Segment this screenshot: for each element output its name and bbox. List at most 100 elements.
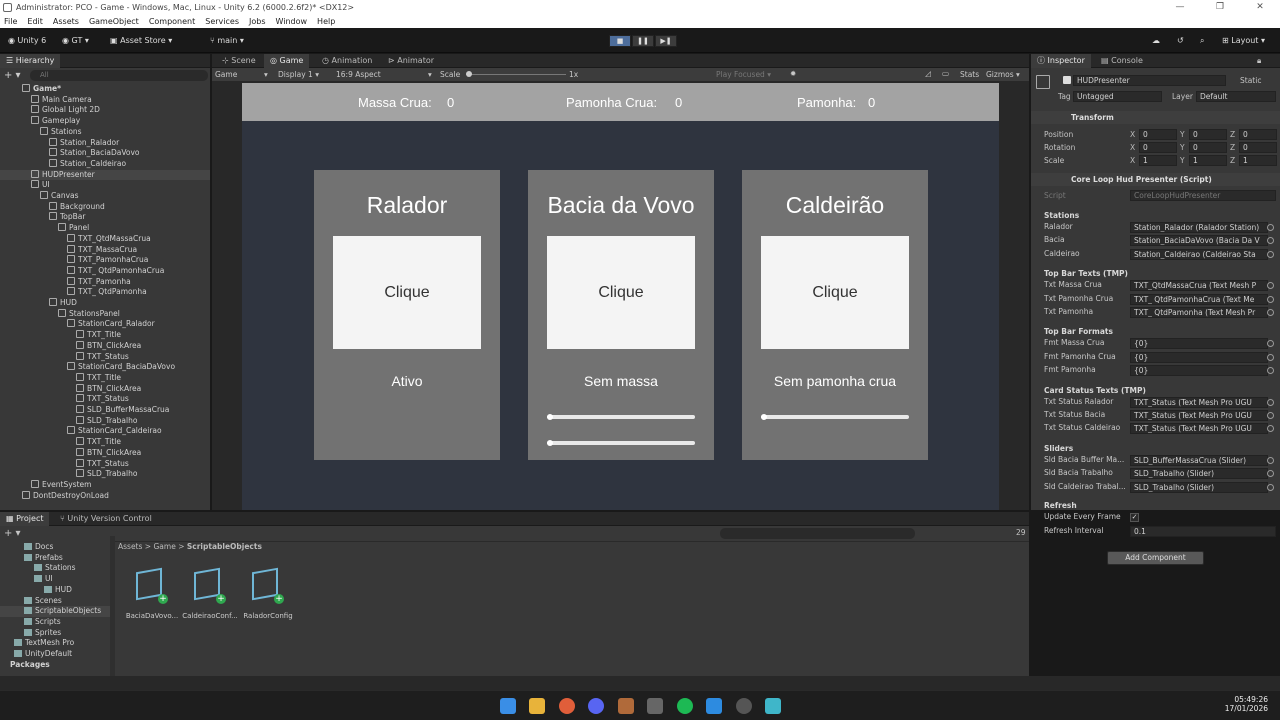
hierarchy-row[interactable]: StationCard_Ralador (0, 319, 210, 330)
stats-button[interactable]: Stats (960, 70, 979, 79)
hierarchy-row[interactable]: TXT_Status (0, 351, 210, 363)
hierarchy-row[interactable]: Global Light 2D (0, 105, 210, 116)
hierarchy-row[interactable]: DontDestroyOnLoad (0, 490, 210, 502)
object-picker-icon[interactable] (1267, 353, 1274, 361)
create-asset-button[interactable]: + ▾ (4, 528, 21, 539)
hierarchy-row[interactable]: TXT_Title (0, 330, 210, 341)
menu-item[interactable]: GameObject (89, 17, 139, 26)
hierarchy-row[interactable]: Station_BaciaDaVovo (0, 148, 210, 159)
hierarchy-row[interactable]: SLD_BufferMassaCrua (0, 405, 210, 416)
object-picker-icon[interactable] (1267, 456, 1274, 464)
hierarchy-row[interactable]: HUD (0, 298, 210, 309)
menu-item[interactable]: Help (317, 17, 335, 26)
station-click-button[interactable]: Clique (547, 236, 695, 349)
transform-pos-z-field[interactable]: 0 (1239, 129, 1277, 140)
project-search-input[interactable] (720, 528, 915, 539)
play-focused-dropdown[interactable]: Play Focused ▾ (716, 70, 771, 79)
asset-store-button[interactable]: ▣ Asset Store ▾ (110, 36, 172, 45)
project-tree-item[interactable]: Scenes (0, 596, 110, 607)
hierarchy-row[interactable]: SLD_Trabalho (0, 469, 210, 480)
object-reference-field[interactable]: TXT_Status (Text Mesh Pro UGU (1130, 396, 1268, 408)
transform-pos-x-field[interactable]: 0 (1139, 129, 1177, 140)
object-reference-field[interactable]: {0} (1130, 351, 1268, 363)
hierarchy-row[interactable]: StationCard_BaciaDaVovo (0, 362, 210, 373)
slider-handle[interactable] (547, 440, 553, 446)
transform-scl-x-field[interactable]: 1 (1139, 155, 1177, 166)
project-tree-item[interactable]: UI (0, 574, 110, 585)
station-slider[interactable] (547, 440, 695, 446)
slider-handle[interactable] (761, 414, 767, 420)
project-tree-item[interactable]: UnityDefault (0, 649, 110, 660)
unity-hub-icon[interactable] (647, 698, 663, 714)
script-header[interactable]: Core Loop Hud Presenter (Script) (1071, 175, 1212, 184)
step-button[interactable]: ▶❚ (655, 35, 677, 47)
tag-dropdown[interactable]: Untagged (1073, 91, 1162, 102)
transform-pos-y-field[interactable]: 0 (1189, 129, 1227, 140)
tab-animator[interactable]: ⊳ Animator (382, 54, 440, 68)
asset-item[interactable]: + RaladorConfig (240, 566, 296, 626)
hierarchy-row[interactable]: EventSystem (0, 479, 210, 491)
object-picker-icon[interactable] (1267, 224, 1274, 231)
project-tree-item[interactable]: Sprites (0, 628, 110, 639)
layout-dropdown[interactable]: ⊞ Layout ▾ (1222, 36, 1265, 45)
play-button[interactable]: ■ (609, 35, 631, 47)
tab-inspector[interactable]: ⓘ Inspector (1031, 54, 1091, 68)
account-dropdown[interactable]: ◉ GT ▾ (62, 36, 89, 45)
spotify-icon[interactable] (677, 698, 693, 714)
project-tree-item[interactable]: Prefabs (0, 553, 110, 564)
transform-scl-z-field[interactable]: 1 (1239, 155, 1277, 166)
object-reference-field[interactable]: TXT_Status (Text Mesh Pro UGU (1130, 410, 1268, 421)
history-icon[interactable]: ↺ (1177, 36, 1184, 45)
transform-rot-x-field[interactable]: 0 (1139, 142, 1177, 153)
sun-icon[interactable]: ✹ (790, 69, 796, 78)
hierarchy-row[interactable]: Background (0, 201, 210, 213)
transform-scl-y-field[interactable]: 1 (1189, 155, 1227, 166)
breadcrumb-game[interactable]: Game (153, 542, 175, 551)
station-click-button[interactable]: Clique (761, 236, 909, 349)
object-reference-field[interactable]: SLD_BufferMassaCrua (Slider) (1130, 454, 1268, 466)
station-click-button[interactable]: Clique (333, 236, 481, 349)
object-reference-field[interactable]: SLD_Trabalho (Slider) (1130, 481, 1268, 493)
maximize-icon[interactable]: ❐ (1200, 0, 1240, 15)
hierarchy-row[interactable]: BTN_ClickArea (0, 383, 210, 395)
hierarchy-row[interactable]: Panel (0, 223, 210, 234)
file-explorer-icon[interactable] (529, 698, 545, 714)
hierarchy-row[interactable]: Main Camera (0, 94, 210, 106)
asset-item[interactable]: + CaldeiraoConf... (182, 566, 238, 626)
object-picker-icon[interactable] (1267, 309, 1274, 316)
hierarchy-row[interactable]: TXT_Title (0, 372, 210, 384)
tab-game[interactable]: ◎ Game (264, 54, 310, 68)
hierarchy-search-input[interactable]: All (30, 70, 208, 81)
project-tree-item[interactable]: Scripts (0, 617, 110, 628)
hierarchy-row[interactable]: Station_Ralador (0, 137, 210, 149)
hierarchy-row[interactable]: TXT_QtdMassaCrua (0, 233, 210, 245)
hierarchy-row[interactable]: BTN_ClickArea (0, 447, 210, 459)
transform-rot-y-field[interactable]: 0 (1189, 142, 1227, 153)
hierarchy-row[interactable]: BTN_ClickArea (0, 340, 210, 352)
active-checkbox[interactable] (1063, 76, 1071, 84)
object-name-field[interactable]: HUDPresenter (1073, 75, 1226, 86)
transform-rot-z-field[interactable]: 0 (1239, 142, 1277, 153)
refresh-interval-field[interactable]: 0.1 (1130, 526, 1276, 537)
display-dropdown[interactable]: Display 1 ▾ (278, 70, 319, 79)
close-icon[interactable]: ✕ (1240, 0, 1280, 15)
unity-editor-icon[interactable] (765, 698, 781, 714)
hierarchy-row[interactable]: TXT_Title (0, 437, 210, 448)
menu-item[interactable]: Jobs (249, 17, 266, 26)
vscode-icon[interactable] (706, 698, 722, 714)
object-reference-field[interactable]: Station_Ralador (Ralador Station) (1130, 222, 1268, 233)
tab-version-control[interactable]: ⑂ Unity Version Control (54, 512, 158, 526)
menu-item[interactable]: Component (149, 17, 195, 26)
clock[interactable]: 05:49:26 17/01/2026 (1218, 695, 1268, 713)
aspect-dropdown[interactable]: 16:9 Aspect (336, 70, 381, 79)
tab-scene[interactable]: ⊹ Scene (216, 54, 262, 68)
asset-item[interactable]: + BaciaDaVovo... (124, 566, 180, 626)
object-picker-icon[interactable] (1267, 483, 1274, 491)
hierarchy-row[interactable]: Game* (0, 84, 210, 95)
project-tree-item[interactable]: HUD (0, 585, 110, 596)
project-tree-item[interactable]: Packages (0, 660, 110, 671)
object-reference-field[interactable]: Station_Caldeirao (Caldeirao Sta (1130, 248, 1268, 260)
object-reference-field[interactable]: Station_BaciaDaVovo (Bacia Da V (1130, 235, 1268, 247)
windows-start-icon[interactable] (500, 698, 516, 714)
tab-animation[interactable]: ◷ Animation (316, 54, 378, 68)
